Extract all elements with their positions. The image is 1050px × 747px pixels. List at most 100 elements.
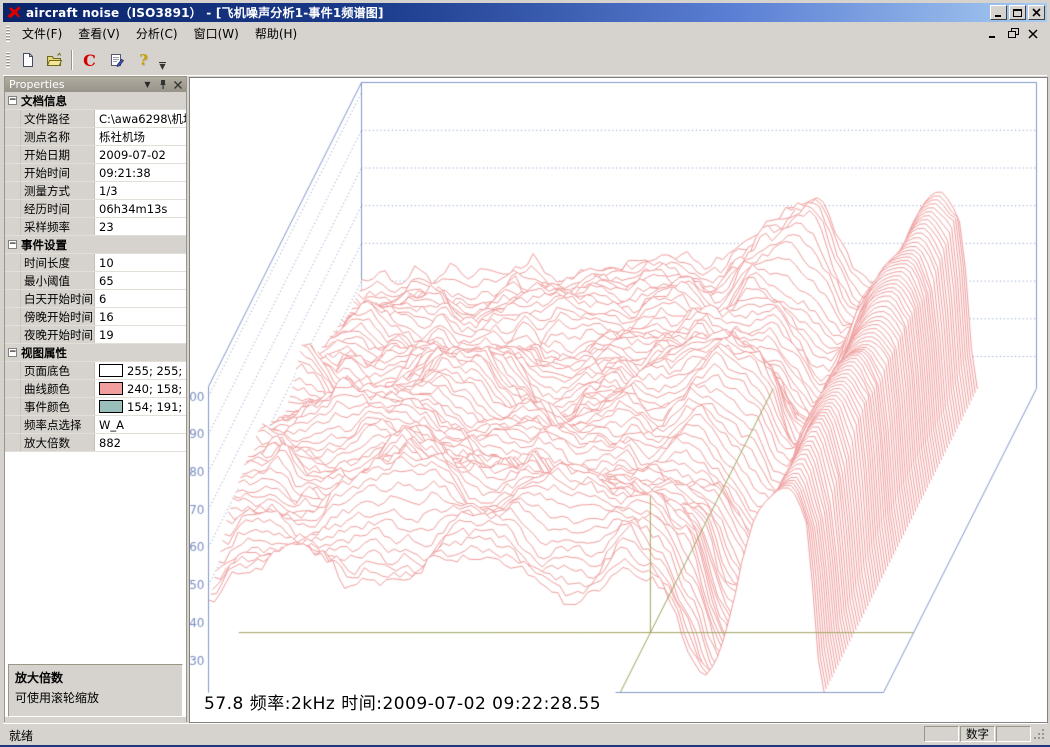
minimize-icon bbox=[994, 8, 1003, 17]
toolbar-grip[interactable] bbox=[6, 52, 10, 68]
property-row[interactable]: 采样频率23 bbox=[5, 218, 186, 236]
property-value[interactable]: 65 bbox=[95, 272, 186, 289]
property-row[interactable]: 夜晚开始时间19 bbox=[5, 326, 186, 344]
property-value[interactable]: 10 bbox=[95, 254, 186, 271]
property-label: 夜晚开始时间 bbox=[21, 326, 95, 343]
mdi-minimize-button[interactable] bbox=[987, 28, 999, 40]
help-button[interactable]: ? bbox=[131, 48, 156, 72]
collapse-icon[interactable]: − bbox=[8, 96, 17, 105]
airplane-icon bbox=[5, 5, 23, 20]
property-row[interactable]: 曲线颜色240; 158; 158 bbox=[5, 380, 186, 398]
color-swatch[interactable] bbox=[99, 400, 123, 413]
color-swatch[interactable] bbox=[99, 382, 123, 395]
property-value[interactable]: 2009-07-02 bbox=[95, 146, 186, 163]
section-header[interactable]: −事件设置 bbox=[5, 236, 186, 254]
color-value-text: 154; 191; 186 bbox=[127, 400, 186, 414]
property-value[interactable]: 240; 158; 158 bbox=[95, 380, 186, 397]
property-row[interactable]: 页面底色255; 255; 255 bbox=[5, 362, 186, 380]
property-value[interactable]: 09:21:38 bbox=[95, 164, 186, 181]
property-value[interactable]: 882 bbox=[95, 434, 186, 451]
cursor-readout: 57.8 频率:2kHz 时间:2009-07-02 09:22:28.55 bbox=[204, 689, 601, 714]
section-title: 事件设置 bbox=[17, 237, 67, 253]
property-label: 最小阈值 bbox=[21, 272, 95, 289]
toolbar-overflow-button[interactable]: ▼ bbox=[159, 62, 166, 69]
menu-item-view[interactable]: 查看(V) bbox=[70, 22, 128, 45]
description-text: 可使用滚轮缩放 bbox=[15, 689, 176, 706]
waterfall-canvas[interactable] bbox=[190, 78, 1047, 722]
title-bar[interactable]: aircraft noise（ISO3891） - [飞机噪声分析1-事件1频谱… bbox=[3, 3, 1047, 22]
property-value[interactable]: 栎社机场 bbox=[95, 128, 186, 145]
property-value[interactable]: 255; 255; 255 bbox=[95, 362, 186, 379]
property-value[interactable]: 16 bbox=[95, 308, 186, 325]
toolbar: C? ▼ bbox=[3, 45, 1047, 76]
maximize-button[interactable] bbox=[1009, 5, 1026, 20]
collapse-icon[interactable]: − bbox=[8, 240, 17, 249]
property-row[interactable]: 最小阈值65 bbox=[5, 272, 186, 290]
property-label: 页面底色 bbox=[21, 362, 95, 379]
property-value[interactable]: W_A bbox=[95, 416, 186, 433]
property-row[interactable]: 时间长度10 bbox=[5, 254, 186, 272]
open-folder-button[interactable] bbox=[42, 48, 67, 72]
menubar-grip[interactable] bbox=[6, 26, 10, 42]
row-gutter bbox=[5, 380, 21, 397]
menu-item-analysis[interactable]: 分析(C) bbox=[128, 22, 186, 45]
maximize-icon bbox=[1013, 8, 1022, 17]
status-bar: 就绪 数字 bbox=[3, 723, 1047, 745]
row-gutter bbox=[5, 416, 21, 433]
panel-pin-button[interactable] bbox=[157, 79, 168, 90]
property-row[interactable]: 开始日期2009-07-02 bbox=[5, 146, 186, 164]
panel-close-button[interactable] bbox=[172, 79, 183, 90]
property-value[interactable]: 6 bbox=[95, 290, 186, 307]
property-value[interactable]: 23 bbox=[95, 218, 186, 235]
panel-menu-button[interactable]: ▼ bbox=[142, 79, 153, 90]
menu-item-file[interactable]: 文件(F) bbox=[14, 22, 70, 45]
record-c-button[interactable]: C bbox=[77, 48, 102, 72]
section-title: 视图属性 bbox=[17, 345, 67, 361]
mdi-minimize-icon bbox=[988, 29, 998, 39]
property-row[interactable]: 文件路径C:\awa6298\机场 bbox=[5, 110, 186, 128]
close-button[interactable] bbox=[1028, 5, 1045, 20]
collapse-icon[interactable]: − bbox=[8, 348, 17, 357]
property-row[interactable]: 开始时间09:21:38 bbox=[5, 164, 186, 182]
property-value[interactable]: 19 bbox=[95, 326, 186, 343]
section-header[interactable]: −文档信息 bbox=[5, 92, 186, 110]
row-gutter bbox=[5, 434, 21, 451]
property-value[interactable]: 154; 191; 186 bbox=[95, 398, 186, 415]
section-header[interactable]: −视图属性 bbox=[5, 344, 186, 362]
property-value[interactable]: 06h34m13s bbox=[95, 200, 186, 217]
property-value[interactable]: C:\awa6298\机场 bbox=[95, 110, 186, 127]
properties-sheet-button[interactable] bbox=[104, 48, 129, 72]
property-row[interactable]: 放大倍数882 bbox=[5, 434, 186, 452]
row-gutter bbox=[5, 308, 21, 325]
properties-panel-header[interactable]: Properties ▼ bbox=[5, 77, 186, 92]
chevron-down-icon: ▼ bbox=[159, 65, 165, 69]
row-gutter bbox=[5, 290, 21, 307]
property-row[interactable]: 事件颜色154; 191; 186 bbox=[5, 398, 186, 416]
spectrum-waterfall-chart: 57.8 频率:2kHz 时间:2009-07-02 09:22:28.55 bbox=[189, 77, 1048, 723]
mdi-restore-button[interactable] bbox=[1007, 28, 1019, 40]
new-document-button[interactable] bbox=[15, 48, 40, 72]
property-row[interactable]: 测量方式1/3 bbox=[5, 182, 186, 200]
menu-bar: 文件(F)查看(V)分析(C)窗口(W)帮助(H) bbox=[3, 22, 1047, 45]
mdi-close-button[interactable] bbox=[1027, 28, 1039, 40]
property-row[interactable]: 经历时间06h34m13s bbox=[5, 200, 186, 218]
property-value[interactable]: 1/3 bbox=[95, 182, 186, 199]
property-label: 开始时间 bbox=[21, 164, 95, 181]
property-row[interactable]: 白天开始时间6 bbox=[5, 290, 186, 308]
property-label: 放大倍数 bbox=[21, 434, 95, 451]
resize-grip[interactable] bbox=[1033, 728, 1046, 741]
property-row[interactable]: 傍晚开始时间16 bbox=[5, 308, 186, 326]
menu-item-window[interactable]: 窗口(W) bbox=[186, 22, 247, 45]
property-row[interactable]: 测点名称栎社机场 bbox=[5, 128, 186, 146]
property-label: 经历时间 bbox=[21, 200, 95, 217]
help-icon: ? bbox=[139, 51, 148, 69]
row-gutter bbox=[5, 326, 21, 343]
minimize-button[interactable] bbox=[990, 5, 1007, 20]
app-window: aircraft noise（ISO3891） - [飞机噪声分析1-事件1频谱… bbox=[0, 0, 1050, 747]
mdi-restore-icon bbox=[1008, 28, 1019, 39]
row-gutter bbox=[5, 164, 21, 181]
property-row[interactable]: 频率点选择W_A bbox=[5, 416, 186, 434]
menu-item-help[interactable]: 帮助(H) bbox=[247, 22, 305, 45]
description-title: 放大倍数 bbox=[15, 669, 176, 686]
color-swatch[interactable] bbox=[99, 364, 123, 377]
